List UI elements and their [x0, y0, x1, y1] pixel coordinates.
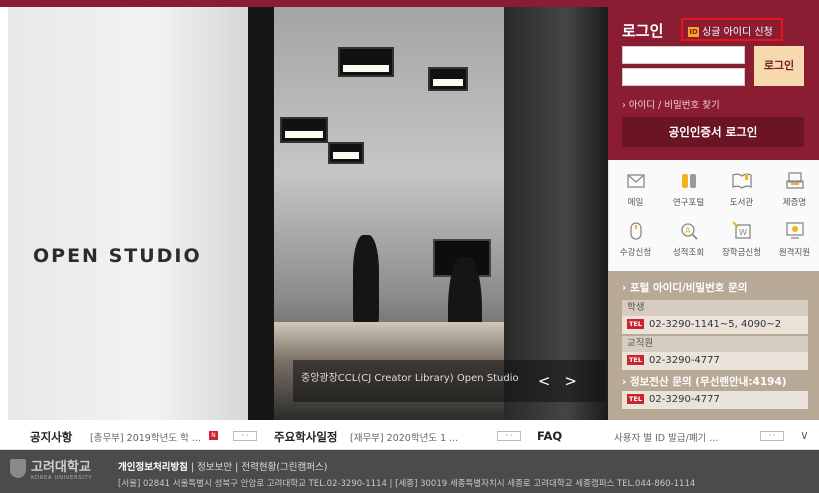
footer-links: 개인정보처리방침 | 정보보안 | 전력현황(그린캠퍼스) — [118, 462, 328, 473]
portal-inquiry-title: › 포털 아이디/비밀번호 문의 — [622, 282, 748, 294]
svg-text:W: W — [739, 228, 747, 237]
quick-link-scholarship[interactable]: W 장학금신청 — [715, 220, 768, 258]
notice-title[interactable]: 공지사항 — [30, 429, 72, 445]
schedule-nav-button[interactable]: ‹ › — [497, 431, 521, 441]
user-id-input[interactable] — [622, 46, 745, 64]
quick-link-certificate[interactable]: 제증명 — [768, 170, 819, 208]
open-studio-sign: OPEN STUDIO — [33, 245, 202, 267]
hero-slide[interactable]: OPEN STUDIO 중앙광장CCL(CJ Creator Library) … — [8, 7, 608, 420]
slide-caption: 중앙광장CCL(CJ Creator Library) Open Studio — [301, 373, 519, 384]
password-input[interactable] — [622, 68, 745, 86]
schedule-title[interactable]: 주요학사일정 — [274, 429, 337, 445]
certificate-icon — [785, 172, 804, 189]
id-badge-icon: ID — [688, 27, 699, 37]
login-panel: 로그인 ID 싱글 아이디 신청 로그인 › 아이디 / 비밀번호 찾기 공인인증… — [608, 7, 819, 160]
slide-next-button[interactable]: > — [564, 372, 591, 390]
tel-icon: TEL — [627, 355, 645, 365]
top-bar — [0, 0, 819, 7]
faq-title[interactable]: FAQ — [537, 429, 562, 443]
studio-light — [328, 142, 364, 164]
hero-dark-wall — [504, 7, 608, 420]
svg-text:A: A — [685, 226, 691, 235]
single-id-label: 싱글 아이디 신청 — [702, 27, 773, 38]
quick-link-mail[interactable]: 메일 — [609, 170, 662, 208]
staff-label: 교직원 — [622, 336, 808, 352]
tel-icon: TEL — [627, 319, 645, 329]
quick-link-grade-search[interactable]: A 성적조회 — [662, 220, 715, 258]
course-registration-icon — [629, 222, 642, 240]
library-icon — [731, 173, 752, 189]
notice-text[interactable]: [총무부] 2019학년도 학 ... — [90, 430, 201, 444]
login-title: 로그인 — [622, 22, 664, 40]
schedule-text[interactable]: [재무부] 2020학년도 1 ... — [350, 430, 458, 444]
student-label: 학생 — [622, 300, 808, 316]
studio-light — [338, 47, 394, 77]
faq-text[interactable]: 사용자 별 ID 발급/폐기 ... — [614, 430, 718, 444]
mail-icon — [626, 174, 645, 188]
footer: 고려대학교 KOREA UNIVERSITY 개인정보처리방침 | 정보보안 |… — [0, 450, 819, 493]
new-badge-icon: N — [209, 431, 218, 440]
info-security-link[interactable]: 정보보안 — [197, 462, 232, 473]
power-status-link[interactable]: 전력현황(그린캠퍼스) — [241, 462, 327, 473]
find-id-password-link[interactable]: › 아이디 / 비밀번호 찾기 — [622, 97, 720, 111]
research-portal-icon — [681, 174, 696, 188]
slide-nav: <> — [538, 372, 591, 390]
hero-door-frame — [248, 7, 274, 420]
studio-light — [280, 117, 328, 143]
footer-address: [서울] 02841 서울특별시 성북구 안암로 고려대학교 TEL.02-32… — [118, 479, 696, 489]
quick-link-research-portal[interactable]: 연구포털 — [662, 170, 715, 208]
faq-nav-button[interactable]: ‹ › — [760, 431, 784, 441]
certificate-login-button[interactable]: 공인인증서 로그인 — [622, 117, 804, 147]
page: OPEN STUDIO 중앙광장CCL(CJ Creator Library) … — [0, 0, 819, 493]
privacy-policy-link[interactable]: 개인정보처리방침 — [118, 462, 188, 473]
university-logo-sub: KOREA UNIVERSITY — [31, 475, 93, 481]
studio-light — [428, 67, 468, 91]
hero-wall — [8, 7, 248, 420]
contact-info-box: › 포털 아이디/비밀번호 문의 학생 TEL 02-3290-1141~5, 4… — [608, 271, 819, 420]
single-id-apply-link[interactable]: ID 싱글 아이디 신청 — [681, 18, 783, 41]
quick-links: 메일 연구포털 도서관 제증명 수강신청 A 성적조회 W 장학금신청 원격지원 — [608, 160, 819, 271]
expand-chevron-icon[interactable]: ∨ — [800, 428, 809, 442]
university-logo[interactable]: 고려대학교 — [31, 456, 91, 475]
grade-search-icon: A — [680, 223, 698, 240]
scholarship-icon: W — [731, 221, 751, 239]
it-tel: TEL 02-3290-4777 — [622, 391, 808, 409]
university-emblem-icon — [10, 459, 26, 478]
quick-link-course-registration[interactable]: 수강신청 — [609, 220, 662, 258]
quick-link-remote-support[interactable]: 원격지원 — [768, 220, 819, 258]
person-silhouette — [353, 235, 379, 325]
remote-support-icon — [785, 222, 804, 239]
slide-prev-button[interactable]: < — [538, 372, 565, 390]
notice-bar: 공지사항 [총무부] 2019학년도 학 ... N ‹ › 주요학사일정 [재… — [0, 420, 819, 450]
quick-link-library[interactable]: 도서관 — [715, 170, 768, 208]
tel-icon: TEL — [627, 394, 645, 404]
slide-caption-bar: 중앙광장CCL(CJ Creator Library) Open Studio … — [293, 360, 605, 402]
staff-tel: TEL 02-3290-4777 — [622, 352, 808, 370]
login-button[interactable]: 로그인 — [754, 46, 804, 86]
notice-nav-button[interactable]: ‹ › — [233, 431, 257, 441]
it-inquiry-title: › 정보전산 문의 (무선랜안내:4194) — [622, 376, 787, 388]
student-tel: TEL 02-3290-1141~5, 4090~2 — [622, 316, 808, 334]
